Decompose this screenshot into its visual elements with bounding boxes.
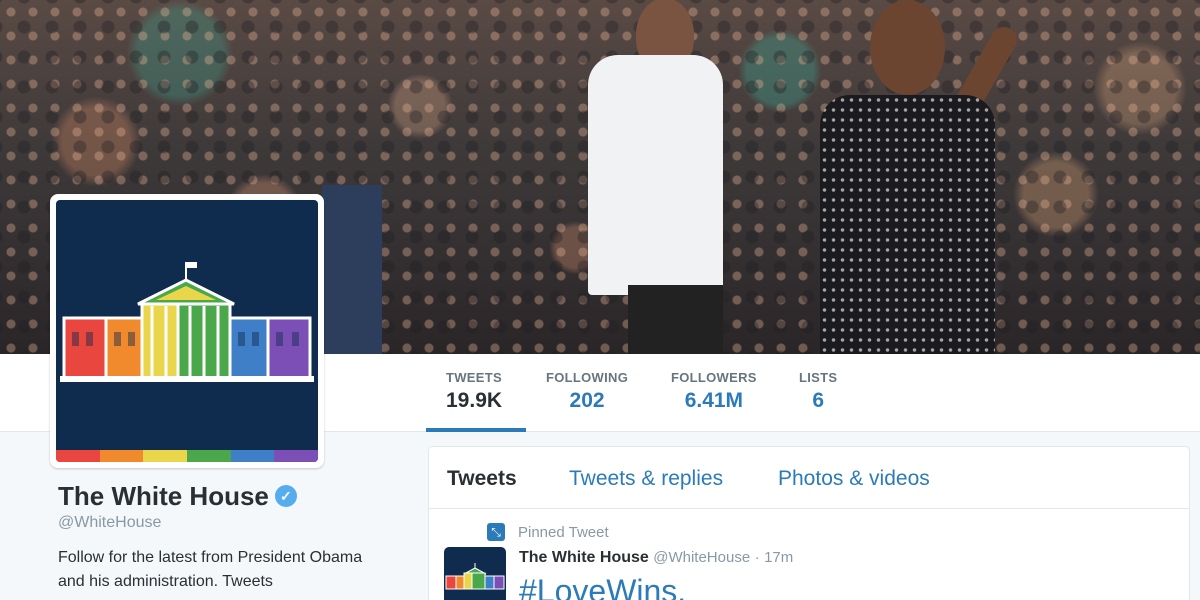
profile-avatar[interactable] [50,194,324,468]
white-house-rainbow-logo [56,200,318,462]
tab-tweets-replies[interactable]: Tweets & replies [569,467,723,491]
tweet-separator: · [754,549,760,566]
stat-label: TWEETS [446,370,502,385]
tweet-author-handle: @WhiteHouse [653,549,751,566]
photo-person-man [588,0,723,354]
stat-label: LISTS [799,370,838,385]
podium [322,185,382,354]
stat-tweets[interactable]: TWEETS 19.9K [446,370,502,413]
tab-tweets[interactable]: Tweets [447,467,517,491]
pin-icon: ⤡ [487,523,505,541]
active-stat-indicator [426,428,526,432]
profile-name[interactable]: The White House ✓ [58,481,297,512]
timeline-tabs: Tweets Tweets & replies Photos & videos [429,447,1189,509]
photo-person-woman [815,0,1022,354]
stat-label: FOLLOWERS [671,370,757,385]
tab-photos-videos[interactable]: Photos & videos [778,467,930,491]
rainbow-stripe [56,450,318,462]
profile-name-text: The White House [58,481,269,511]
stat-label: FOLLOWING [546,370,629,385]
tweet-text[interactable]: #LoveWins. [519,573,686,600]
timeline-card: Tweets Tweets & replies Photos & videos … [428,446,1190,600]
stat-followers[interactable]: FOLLOWERS 6.41M [671,370,757,413]
profile-handle[interactable]: @WhiteHouse [58,514,161,532]
pinned-label: Pinned Tweet [518,524,609,541]
tweet-author[interactable]: The White House @WhiteHouse · 17m [519,549,793,567]
profile-bio: Follow for the latest from President Oba… [58,549,363,590]
tweet-author-name: The White House [519,549,649,566]
stat-value: 202 [569,389,605,412]
twitter-profile-page: TWEETS 19.9K FOLLOWING 202 FOLLOWERS 6.4… [0,0,1200,600]
stat-following[interactable]: FOLLOWING 202 [546,370,628,413]
verified-check-icon: ✓ [274,485,297,508]
tweet-timestamp[interactable]: 17m [764,549,793,566]
stat-lists[interactable]: LISTS 6 [799,370,837,413]
stat-value: 6.41M [684,389,744,412]
tweet-avatar[interactable] [444,547,506,600]
stat-value: 19.9K [446,389,503,412]
stat-value: 6 [812,389,825,412]
